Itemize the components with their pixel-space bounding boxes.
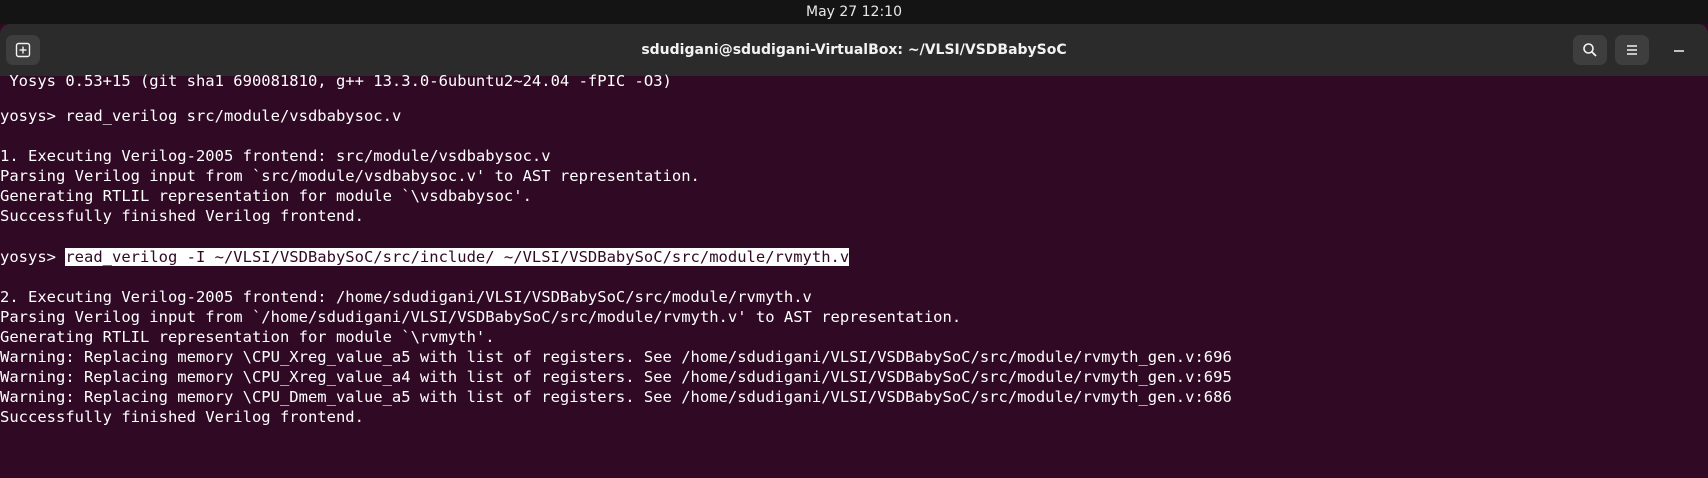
minimize-icon	[1674, 50, 1684, 52]
terminal-line: 2. Executing Verilog-2005 frontend: /hom…	[0, 288, 812, 306]
system-top-bar: May 27 12:10	[0, 0, 1708, 24]
command: read_verilog src/module/vsdbabysoc.v	[65, 107, 402, 125]
hamburger-menu-icon	[1627, 45, 1637, 55]
terminal-prompt-line: yosys> read_verilog src/module/vsdbabyso…	[0, 106, 401, 126]
selected-command[interactable]: read_verilog -I ~/VLSI/VSDBabySoC/src/in…	[65, 248, 850, 266]
terminal-output[interactable]: Yosys 0.53+15 (git sha1 690081810, g++ 1…	[0, 72, 1708, 478]
terminal-header-bar: sdudigani@sdudigani-VirtualBox: ~/VLSI/V…	[0, 24, 1708, 76]
search-icon	[1583, 43, 1597, 57]
terminal-line: Yosys 0.53+15 (git sha1 690081810, g++ 1…	[0, 72, 672, 90]
prompt: yosys>	[0, 107, 66, 125]
terminal-line: Successfully finished Verilog frontend.	[0, 408, 364, 426]
terminal-line: 1. Executing Verilog-2005 frontend: src/…	[0, 147, 551, 165]
terminal-prompt-line: yosys> read_verilog -I ~/VLSI/VSDBabySoC…	[0, 247, 850, 267]
window-title: sdudigani@sdudigani-VirtualBox: ~/VLSI/V…	[641, 42, 1067, 58]
terminal-line: Successfully finished Verilog frontend.	[0, 207, 364, 225]
terminal-line: Generating RTLIL representation for modu…	[0, 328, 495, 346]
warning-line: Warning: Replacing memory \CPU_Xreg_valu…	[0, 368, 1232, 386]
minimize-button[interactable]	[1664, 35, 1694, 65]
search-button[interactable]	[1573, 35, 1607, 65]
warning-line: Warning: Replacing memory \CPU_Xreg_valu…	[0, 348, 1232, 366]
clock[interactable]: May 27 12:10	[806, 4, 902, 20]
terminal-line: Parsing Verilog input from `/home/sdudig…	[0, 308, 962, 326]
terminal-line: Parsing Verilog input from `src/module/v…	[0, 167, 700, 185]
warning-line: Warning: Replacing memory \CPU_Dmem_valu…	[0, 388, 1232, 406]
terminal-line: Generating RTLIL representation for modu…	[0, 187, 532, 205]
prompt: yosys>	[0, 248, 66, 266]
menu-button[interactable]	[1615, 35, 1649, 65]
